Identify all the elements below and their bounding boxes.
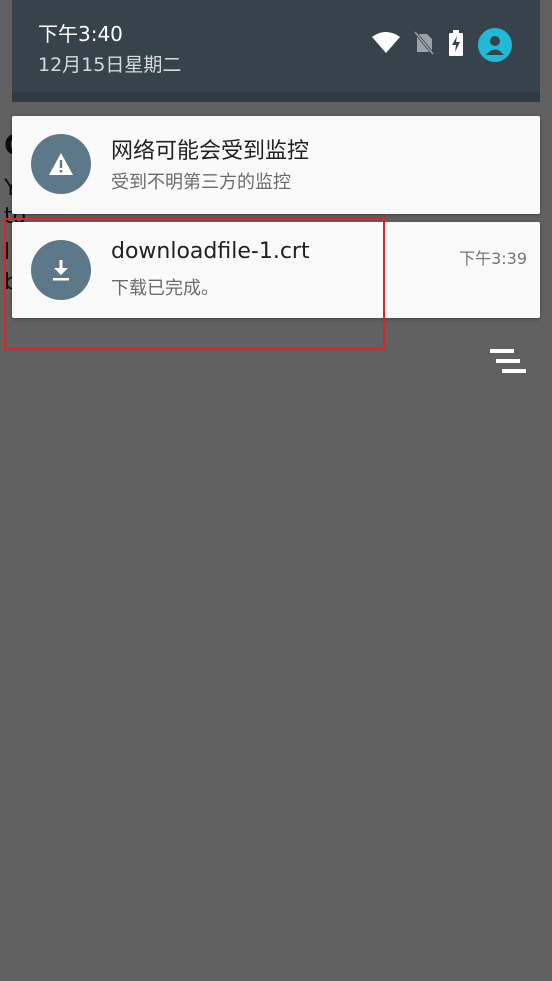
- notification-title: 网络可能会受到监控: [111, 139, 310, 164]
- no-sim-icon: [413, 31, 435, 59]
- user-avatar-icon[interactable]: [478, 28, 512, 62]
- warning-icon: [31, 134, 91, 194]
- notification-network-monitoring[interactable]: 网络可能会受到监控 受到不明第三方的监控: [12, 116, 540, 214]
- status-date: 12月15日星期二: [38, 54, 182, 76]
- status-icons: [372, 28, 512, 62]
- notification-subtitle: 受到不明第三方的监控: [111, 172, 291, 193]
- notification-time: 下午3:39: [459, 249, 527, 268]
- header-divider: [12, 92, 540, 102]
- wifi-icon: [372, 32, 400, 58]
- clear-all-notifications-icon[interactable]: [488, 346, 528, 378]
- notification-header[interactable]: 下午3:40 12月15日星期二: [12, 0, 540, 102]
- highlight-box: [4, 218, 385, 350]
- status-time: 下午3:40: [38, 22, 123, 46]
- battery-charging-icon: [448, 30, 464, 60]
